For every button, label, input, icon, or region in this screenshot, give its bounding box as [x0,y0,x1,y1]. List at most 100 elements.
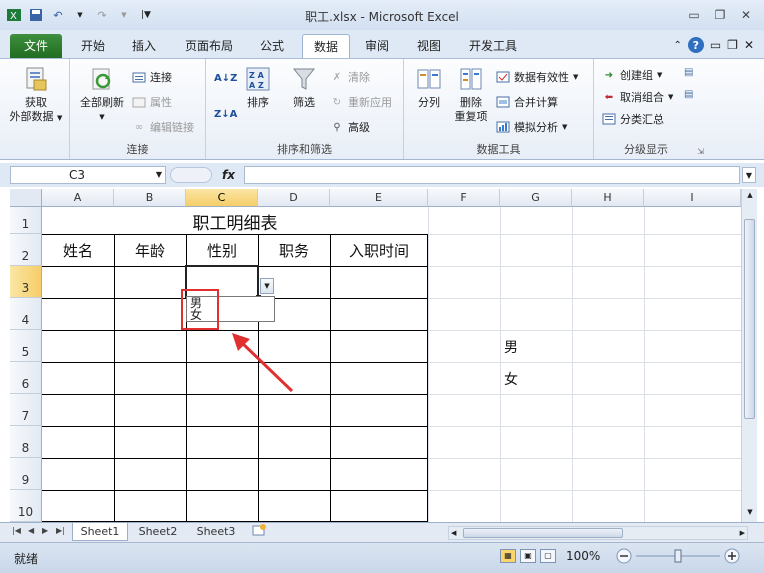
tab-developer[interactable]: 开发工具 [460,34,526,58]
row-header-7[interactable]: 7 [10,394,42,426]
reapply-button[interactable]: ↻ 重新应用 [330,94,392,110]
group-sort-filter-label: 排序和筛选 [277,143,332,156]
prev-sheet-icon[interactable]: ◀ [28,526,34,535]
normal-view-icon[interactable]: ▦ [500,549,516,563]
remove-duplicates-button[interactable]: 删除 重复项 [450,65,492,124]
tab-view[interactable]: 视图 [408,34,450,58]
row-header-5[interactable]: 5 [10,330,42,362]
row-header-1[interactable]: 1 [10,207,42,234]
data-validation-label: 数据有效性 [514,71,569,84]
cell-g6[interactable]: 女 [500,369,522,389]
formula-input[interactable] [244,166,740,184]
connections-button[interactable]: 连接 [132,69,172,85]
minimize-button[interactable]: ▭ [682,6,706,24]
subtotal-button[interactable]: 分类汇总 [602,111,664,127]
validation-dropdown-button[interactable]: ▼ [260,278,274,294]
status-bar: 就绪 ▦ ▣ ▢ 100% [0,542,764,573]
minimize-ribbon-icon[interactable]: ⌃ [673,40,681,51]
advanced-button[interactable]: ⚲ 高级 [330,119,370,135]
column-header-h[interactable]: H [572,189,644,207]
doc-restore-icon[interactable]: ❐ [727,38,738,52]
column-header-e[interactable]: E [330,189,428,207]
sort-asc-button[interactable]: A↓Z [214,73,237,84]
insert-function-icon[interactable]: fx [222,166,242,184]
expand-formula-icon[interactable]: ▼ [742,167,756,183]
properties-button[interactable]: 属性 [132,94,172,110]
text-to-columns-button[interactable]: 分列 [410,65,448,110]
svg-text:Z A: Z A [249,71,265,80]
row-header-4[interactable]: 4 [10,298,42,330]
column-header-i[interactable]: I [644,189,741,207]
row-header-6[interactable]: 6 [10,362,42,394]
clear-button[interactable]: ✗ 清除 [330,69,370,85]
name-box[interactable]: C3 ▼ [10,166,166,184]
table-border [42,426,428,427]
connections-icon [132,70,146,84]
tab-page-layout[interactable]: 页面布局 [176,34,242,58]
horizontal-scroll-thumb[interactable] [463,528,623,538]
close-button[interactable]: ✕ [734,6,758,24]
scroll-left-icon[interactable]: ◀ [451,527,456,539]
sheet-tab-3[interactable]: Sheet3 [188,523,244,541]
tab-file[interactable]: 文件 [10,34,62,58]
group-button[interactable]: ➜ 创建组 ▼ [602,67,663,83]
row-header-3[interactable]: 3 [10,266,42,298]
sheet-tab-2[interactable]: Sheet2 [130,523,186,541]
row-header-2[interactable]: 2 [10,234,42,266]
zoom-slider[interactable] [616,547,742,565]
last-sheet-icon[interactable]: ▶| [56,526,65,535]
group-outline: ➜ 创建组 ▼ ⬅ 取消组合 ▼ 分类汇总 ▤ ▤ 分级显示 ⇲ [594,59,710,159]
edit-links-button[interactable]: ∞ 编辑链接 [132,119,194,135]
first-sheet-icon[interactable]: |◀ [12,526,21,535]
formula-bar-resizer[interactable] [170,167,212,183]
next-sheet-icon[interactable]: ▶ [42,526,48,535]
help-icon[interactable]: ? [687,37,704,53]
vertical-scrollbar[interactable]: ▲ ▼ [741,189,757,522]
grid-line [428,362,741,363]
column-header-g[interactable]: G [500,189,572,207]
dialog-launcher-icon[interactable]: ⇲ [697,147,704,156]
column-header-a[interactable]: A [42,189,114,207]
sheet-tab-1[interactable]: Sheet1 [72,523,128,541]
consolidate-button[interactable]: 合并计算 [496,94,558,110]
show-detail-icon[interactable]: ▤ [684,67,693,78]
page-break-view-icon[interactable]: ▢ [540,549,556,563]
sort-desc-button[interactable]: Z↓A [214,109,237,120]
chevron-down-icon[interactable]: ▼ [156,167,162,183]
data-validation-button[interactable]: 数据有效性 ▼ [496,69,578,85]
cell-g5[interactable]: 男 [500,337,522,357]
tab-home[interactable]: 开始 [72,34,114,58]
zoom-level[interactable]: 100% [566,549,600,563]
row-header-9[interactable]: 9 [10,458,42,490]
tab-review[interactable]: 审阅 [356,34,398,58]
doc-close-icon[interactable]: ✕ [744,38,754,52]
tab-data[interactable]: 数据 [302,34,350,58]
sort-button[interactable]: Z AA Z 排序 [240,65,276,110]
hide-detail-icon[interactable]: ▤ [684,89,693,100]
ungroup-button[interactable]: ⬅ 取消组合 ▼ [602,89,674,105]
tab-insert[interactable]: 插入 [122,34,166,58]
scroll-right-icon[interactable]: ▶ [740,527,745,539]
filter-button[interactable]: 筛选 [284,65,324,110]
scroll-up-icon[interactable]: ▲ [744,191,756,203]
insert-sheet-icon[interactable] [248,523,270,541]
page-layout-view-icon[interactable]: ▣ [520,549,536,563]
horizontal-scrollbar[interactable]: ◀ ▶ [448,526,748,540]
clear-label: 清除 [348,71,370,84]
refresh-all-button[interactable]: 全部刷新 ▼ [76,65,128,124]
column-header-d[interactable]: D [258,189,330,207]
worksheet-grid[interactable]: A B C D E F G H I 1 2 3 4 5 6 7 8 9 10 职… [10,189,741,522]
row-header-8[interactable]: 8 [10,426,42,458]
column-header-c[interactable]: C [186,189,258,207]
vertical-scroll-thumb[interactable] [744,219,755,419]
get-external-data-button[interactable]: 获取 外部数据 ▼ [6,65,66,125]
doc-minimize-icon[interactable]: ▭ [710,38,721,52]
restore-button[interactable]: ❐ [708,6,732,24]
column-header-b[interactable]: B [114,189,186,207]
select-all-corner[interactable] [10,189,42,207]
what-if-button[interactable]: 模拟分析 ▼ [496,119,567,135]
tab-formulas[interactable]: 公式 [250,34,294,58]
scroll-down-icon[interactable]: ▼ [744,508,756,520]
row-header-10[interactable]: 10 [10,490,42,522]
column-header-f[interactable]: F [428,189,500,207]
